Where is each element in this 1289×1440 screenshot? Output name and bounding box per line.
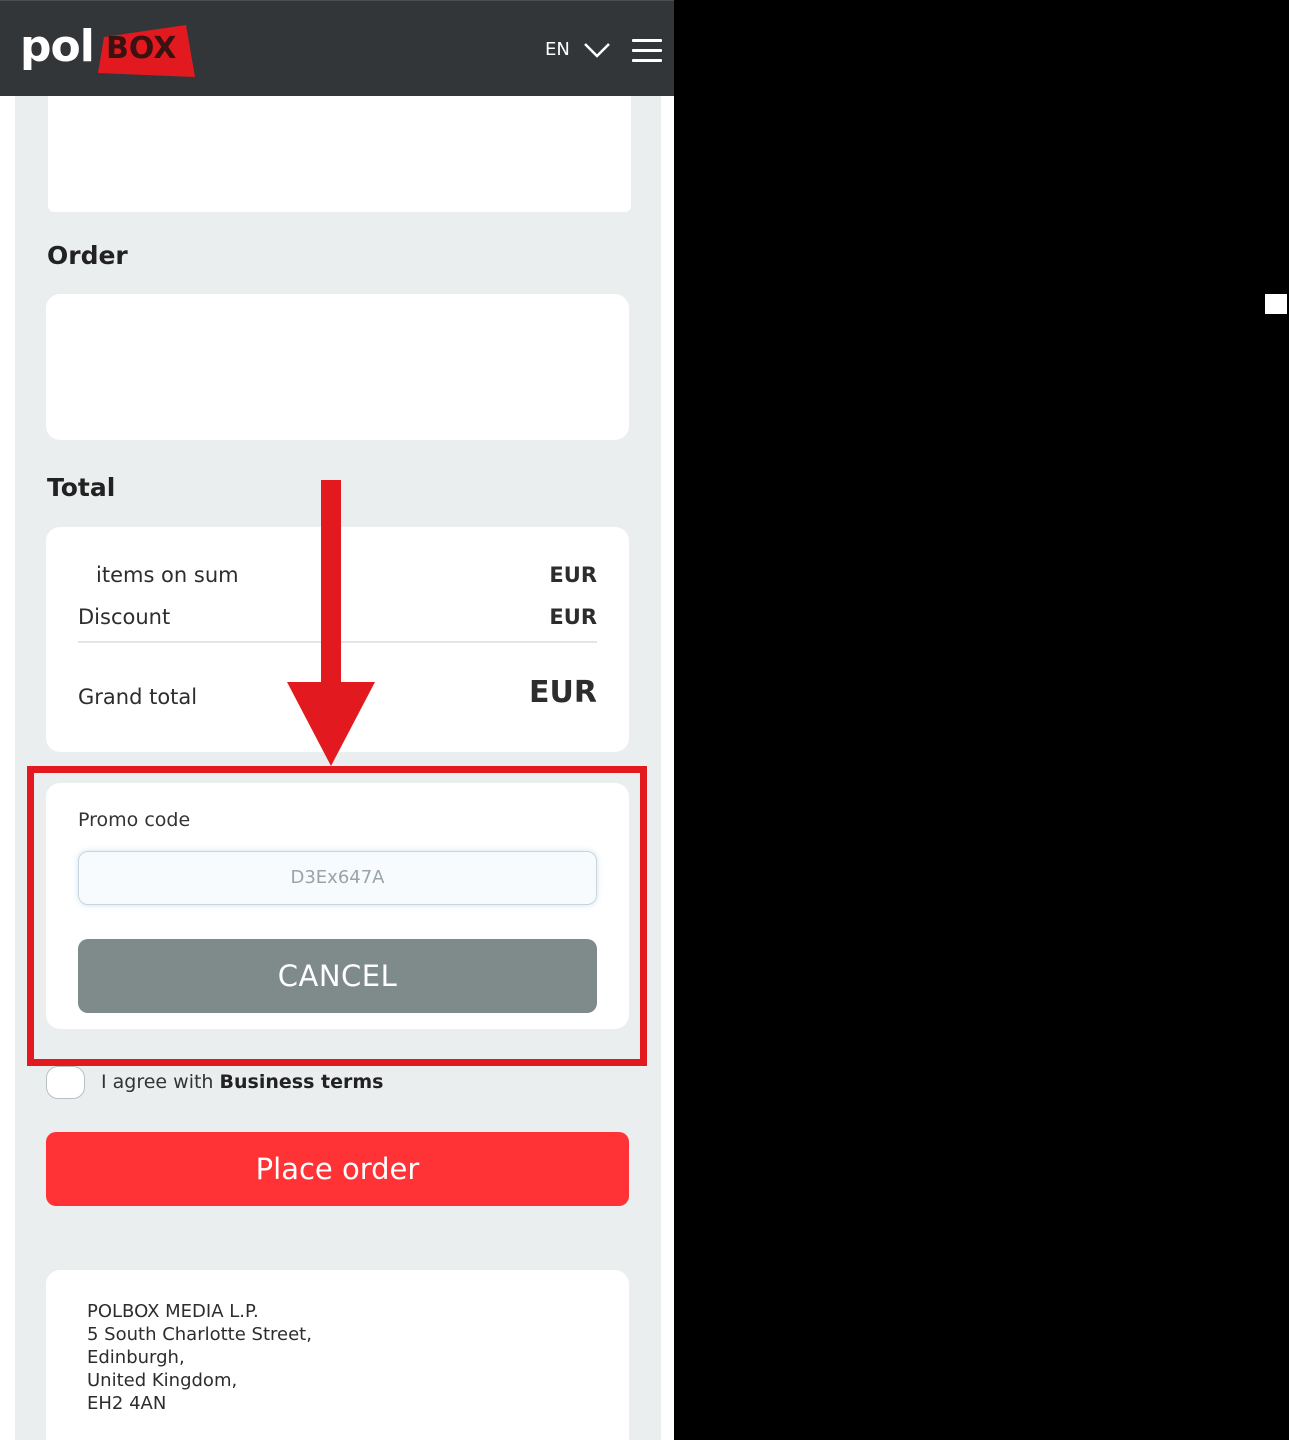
address-line: United Kingdom, bbox=[87, 1370, 238, 1391]
items-sum-label: items on sum bbox=[96, 563, 239, 587]
annotation-arrow-icon bbox=[287, 480, 375, 766]
annotation-highlight-box bbox=[27, 766, 647, 1066]
total-heading: Total bbox=[47, 473, 116, 502]
business-terms-link[interactable]: Business terms bbox=[220, 1071, 384, 1093]
order-heading: Order bbox=[47, 241, 128, 270]
items-sum-value: EUR bbox=[549, 563, 597, 587]
language-selector[interactable]: EN bbox=[545, 37, 570, 63]
order-card bbox=[46, 294, 629, 440]
grand-total-value: EUR bbox=[529, 675, 597, 710]
discount-label: Discount bbox=[78, 605, 171, 629]
chevron-down-icon[interactable] bbox=[583, 41, 611, 59]
stray-white-square bbox=[1265, 294, 1287, 314]
terms-prefix: I agree with bbox=[101, 1071, 214, 1093]
terms-text: I agree with Business terms bbox=[101, 1069, 383, 1095]
terms-checkbox[interactable] bbox=[46, 1066, 85, 1099]
address-line: POLBOX MEDIA L.P. bbox=[87, 1301, 259, 1322]
company-address-card: POLBOX MEDIA L.P. 5 South Charlotte Stre… bbox=[46, 1270, 629, 1440]
company-address: POLBOX MEDIA L.P. 5 South Charlotte Stre… bbox=[87, 1300, 312, 1415]
terms-agreement: I agree with Business terms bbox=[46, 1065, 606, 1101]
address-line: EH2 4AN bbox=[87, 1393, 167, 1414]
discount-value: EUR bbox=[549, 605, 597, 629]
mobile-viewport: pol BOX EN Order Total items on sum EUR bbox=[0, 0, 674, 1440]
place-order-button[interactable]: Place order bbox=[46, 1132, 629, 1206]
grand-total-label: Grand total bbox=[78, 685, 198, 709]
polbox-logo[interactable]: pol BOX bbox=[20, 19, 200, 79]
address-line: Edinburgh, bbox=[87, 1347, 185, 1368]
hamburger-menu-icon[interactable] bbox=[632, 39, 662, 63]
logo-text-pol: pol bbox=[20, 21, 95, 72]
previous-section-card bbox=[48, 93, 631, 212]
logo-text-box: BOX bbox=[106, 31, 177, 66]
address-line: 5 South Charlotte Street, bbox=[87, 1324, 312, 1345]
site-header: pol BOX EN bbox=[0, 0, 674, 96]
